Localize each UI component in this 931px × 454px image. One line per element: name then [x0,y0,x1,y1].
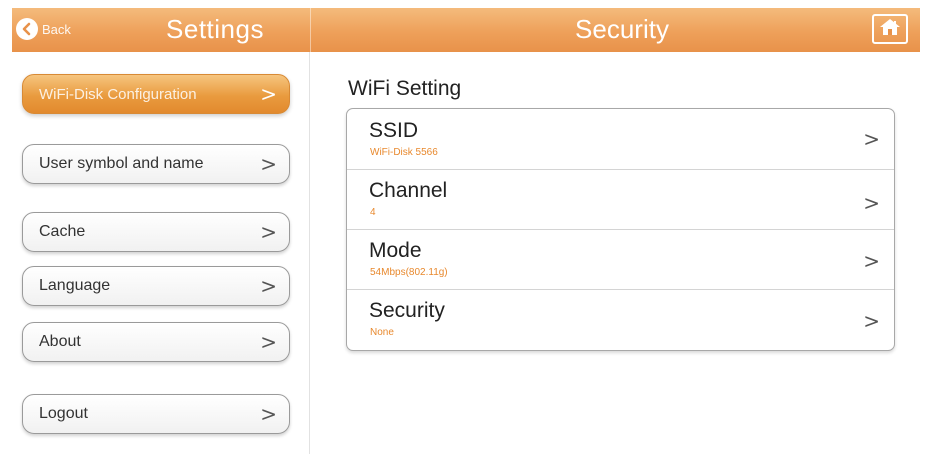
wifi-settings-list: SSID WiFi-Disk 5566 > Channel 4 > Mode 5… [346,108,895,351]
chevron-right-icon: > [863,191,880,215]
sidebar-item-about[interactable]: About > [22,322,290,362]
sidebar-item-label: Logout [39,405,88,422]
sidebar-item-label: Cache [39,223,86,240]
sidebar-item-label: WiFi-Disk Configuration [39,85,197,103]
setting-name: Channel [369,179,448,202]
header-bar: Back Settings Security [12,8,920,52]
chevron-right-icon: > [260,82,277,106]
sidebar-item-logout[interactable]: Logout > [22,394,290,434]
home-button[interactable] [872,14,908,44]
setting-row-ssid[interactable]: SSID WiFi-Disk 5566 > [347,109,894,170]
section-title: WiFi Setting [348,77,462,100]
chevron-right-icon: > [260,402,277,426]
sidebar-item-label: Language [39,277,111,294]
chevron-right-icon: > [260,220,277,244]
settings-title: Settings [166,14,264,44]
sidebar-item-wifi-disk-configuration[interactable]: WiFi-Disk Configuration > [22,74,290,114]
back-label: Back [42,21,71,37]
sidebar: WiFi-Disk Configuration > User symbol an… [0,52,310,454]
setting-value: 54Mbps(802.11g) [370,267,448,278]
header-divider [310,8,311,52]
chevron-right-icon: > [863,309,880,333]
page-title: Security [575,14,669,44]
setting-name: SSID [369,119,419,142]
setting-row-channel[interactable]: Channel 4 > [347,169,894,230]
sidebar-item-user-symbol-and-name[interactable]: User symbol and name > [22,144,290,184]
setting-row-mode[interactable]: Mode 54Mbps(802.11g) > [347,229,894,290]
setting-name: Security [369,299,445,322]
chevron-right-icon: > [863,127,880,151]
setting-value: 4 [370,207,376,218]
sidebar-item-label: About [39,333,81,350]
home-icon [879,18,901,41]
sidebar-item-label: User symbol and name [39,155,204,172]
chevron-right-icon: > [260,274,277,298]
setting-value: WiFi-Disk 5566 [370,147,438,158]
sidebar-item-cache[interactable]: Cache > [22,212,290,252]
back-button[interactable]: Back [16,16,92,42]
setting-row-security[interactable]: Security None > [347,289,894,349]
sidebar-item-language[interactable]: Language > [22,266,290,306]
sidebar-divider [309,52,310,454]
back-arrow-icon [16,18,38,40]
chevron-right-icon: > [863,249,880,273]
chevron-right-icon: > [260,152,277,176]
chevron-right-icon: > [260,330,277,354]
setting-name: Mode [369,239,422,262]
setting-value: None [370,327,394,338]
